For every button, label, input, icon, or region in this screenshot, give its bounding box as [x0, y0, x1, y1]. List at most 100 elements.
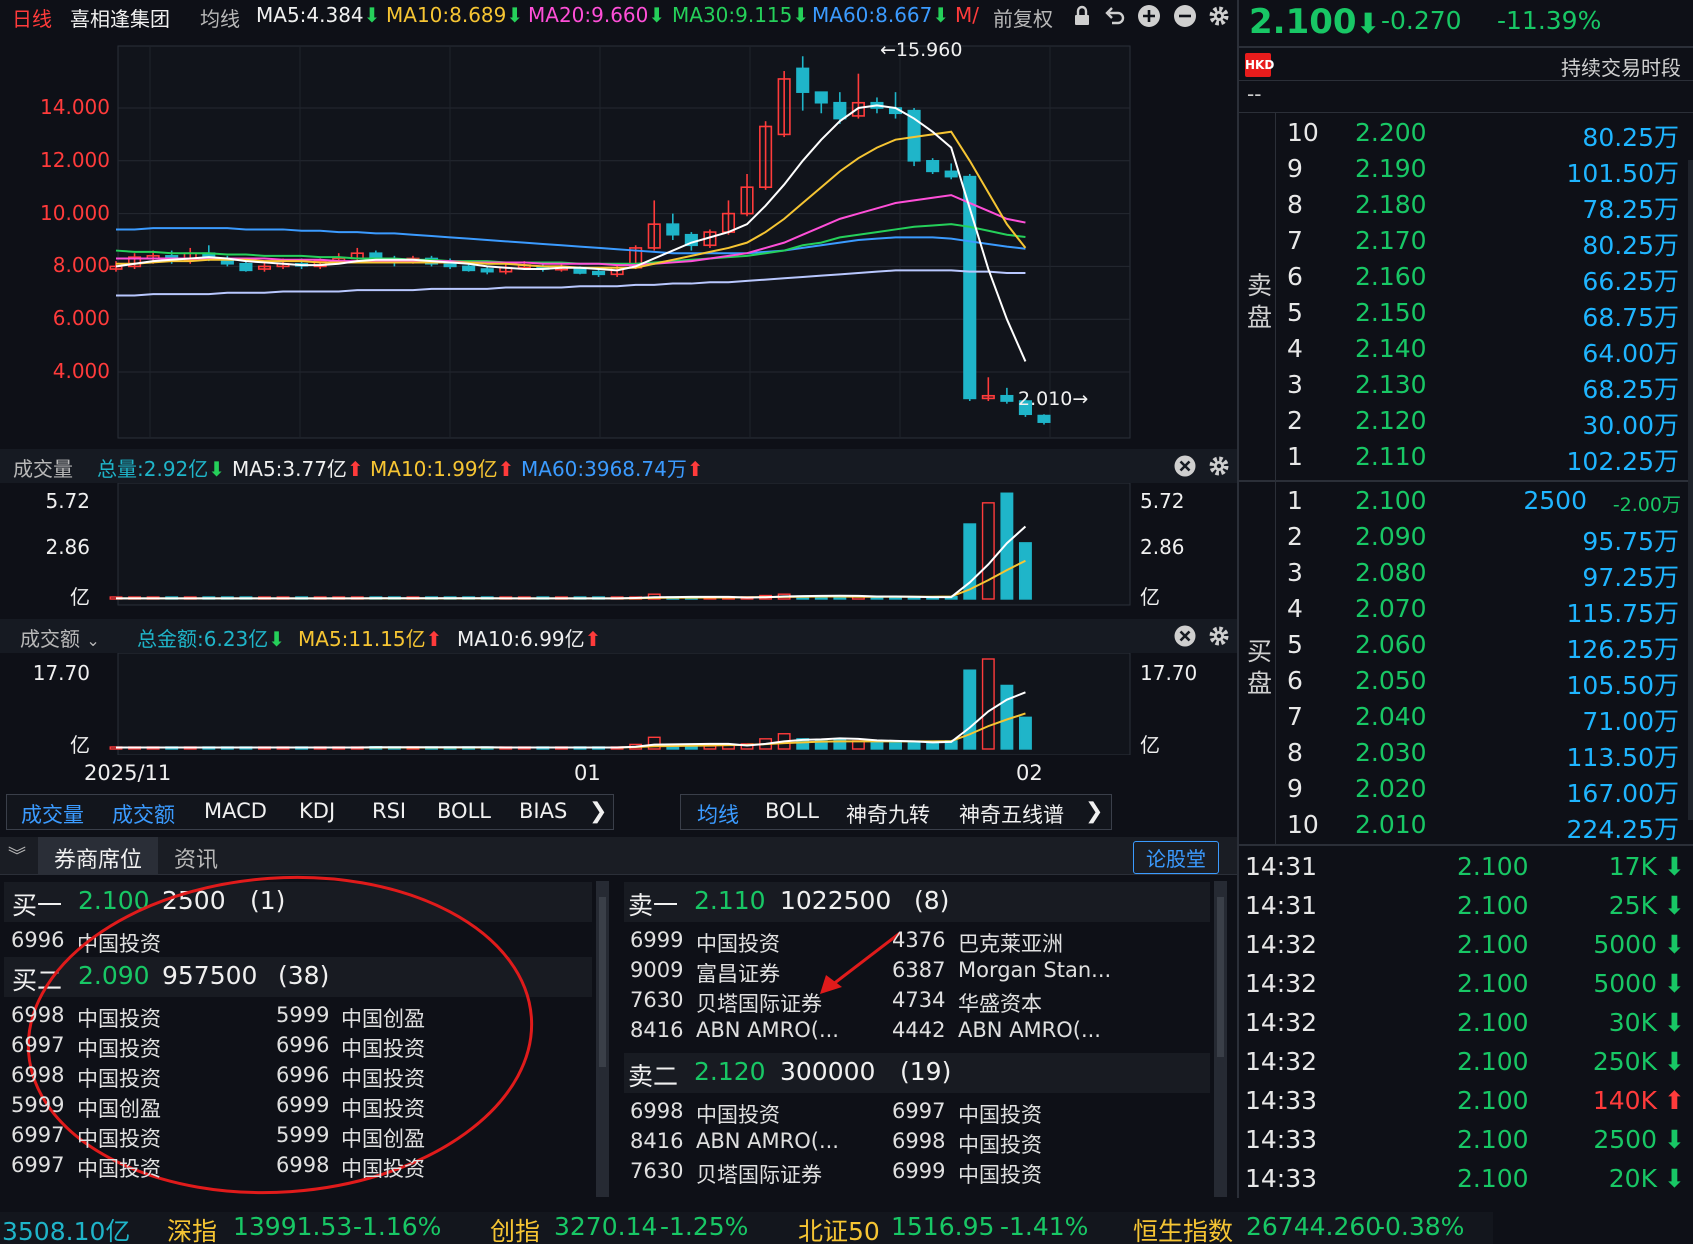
broker-row[interactable]: 6998 中国投资 6996 中国投资 — [11, 1063, 591, 1091]
bid-row[interactable]: 6 2.050 105.50万 — [1279, 666, 1679, 700]
broker-row[interactable]: 8416 ABN AMRO(... 4442 ABN AMRO(... — [630, 1018, 1210, 1046]
ask-price: 2.190 — [1355, 154, 1427, 183]
index-name[interactable]: 恒生指数 — [1133, 1212, 1233, 1244]
volume-bar — [833, 738, 847, 750]
broker-row[interactable]: 7630 贝塔国际证券 6999 中国投资 — [630, 1159, 1210, 1187]
down-arrow-icon: ⬇ — [1356, 7, 1381, 40]
chevron-right-icon[interactable]: ❯ — [1085, 799, 1103, 824]
broker-row[interactable]: 6999 中国投资 4376 巴克莱亚洲 — [630, 928, 1210, 956]
broker-row[interactable]: 6997 中国投资 5999 中国创盈 — [11, 1123, 591, 1151]
broker-row[interactable]: 6998 中国投资 6997 中国投资 — [630, 1099, 1210, 1127]
chevron-right-icon[interactable]: ❯ — [589, 799, 607, 824]
bid-price: 2.050 — [1355, 666, 1427, 695]
broker-code: 6999 — [276, 1093, 330, 1117]
ask-level: 3 — [1287, 370, 1303, 399]
ma-more: M/ — [955, 3, 979, 27]
tick-row[interactable]: 14:33 2.100 140K ⬆ — [1245, 1086, 1685, 1122]
index-name[interactable]: 北证50 — [798, 1212, 880, 1244]
tab-rsi[interactable]: RSI — [372, 799, 406, 823]
buy-scrollbar-thumb[interactable] — [599, 897, 606, 1067]
tick-row[interactable]: 14:31 2.100 25K ⬇ — [1245, 891, 1685, 927]
broker-row[interactable]: 6998 中国投资 5999 中国创盈 — [11, 1003, 591, 1031]
tab-amount[interactable]: 成交额 — [112, 799, 175, 829]
ask-row[interactable]: 7 2.170 80.25万 — [1279, 226, 1679, 260]
tick-time: 14:31 — [1245, 891, 1318, 920]
sell-scrollbar-thumb[interactable] — [1217, 897, 1224, 1057]
adjust-selector[interactable]: 前复权 — [993, 3, 1053, 32]
broker-row[interactable]: 9009 富昌证券 6387 Morgan Stan... — [630, 958, 1210, 986]
broker-code: 6997 — [11, 1033, 65, 1057]
tick-row[interactable]: 14:32 2.100 5000 ⬇ — [1245, 969, 1685, 1005]
broker-row[interactable]: 6997 中国投资 6998 中国投资 — [11, 1153, 591, 1181]
bid-row[interactable]: 10 2.010 224.25万 — [1279, 810, 1679, 844]
tab-kdj[interactable]: KDJ — [299, 799, 335, 823]
orderbook-scrollbar[interactable] — [1688, 160, 1693, 820]
broker-row[interactable]: 8416 ABN AMRO(... 6998 中国投资 — [630, 1129, 1210, 1157]
broker-row[interactable]: 6997 中国投资 6996 中国投资 — [11, 1033, 591, 1061]
candlestick-chart[interactable] — [0, 34, 1237, 449]
settings-gear-icon[interactable] — [1207, 624, 1231, 648]
amount-chart-panel[interactable]: 17.70 亿 17.70 亿 — [0, 653, 1237, 757]
broker-name: 中国投资 — [958, 1163, 1042, 1187]
tick-time: 14:33 — [1245, 1125, 1318, 1154]
tick-row[interactable]: 14:33 2.100 2500 ⬇ — [1245, 1125, 1685, 1161]
bid-row[interactable]: 4 2.070 115.75万 — [1279, 594, 1679, 628]
tab-bias[interactable]: BIAS — [519, 799, 567, 823]
broker-row[interactable]: 5999 中国创盈 6999 中国投资 — [11, 1093, 591, 1121]
candlestick-chart-panel[interactable]: 14.00012.00010.0008.0006.0004.000 14.000… — [0, 34, 1392, 449]
tick-row[interactable]: 14:32 2.100 30K ⬇ — [1245, 1008, 1685, 1044]
settings-gear-icon[interactable] — [1207, 4, 1231, 28]
index-name[interactable]: 深指 — [167, 1212, 217, 1244]
broker-row[interactable]: 6996 中国投资 — [11, 928, 161, 956]
tab-ma[interactable]: 均线 — [697, 799, 739, 829]
bid-row[interactable]: 8 2.030 113.50万 — [1279, 738, 1679, 772]
ask-row[interactable]: 5 2.150 68.75万 — [1279, 298, 1679, 332]
collapse-chevron-icon[interactable]: ︾ — [8, 842, 26, 868]
forum-button[interactable]: 论股堂 — [1133, 841, 1219, 874]
bid-row[interactable]: 1 2.100 2500 -2.00万 — [1279, 486, 1681, 520]
undo-icon[interactable] — [1103, 4, 1127, 28]
tick-row[interactable]: 14:31 2.100 17K ⬇ — [1245, 852, 1685, 888]
tick-row[interactable]: 14:33 2.100 20K ⬇ — [1245, 1164, 1685, 1200]
lock-icon[interactable] — [1070, 4, 1094, 28]
tab-news[interactable]: 资讯 — [174, 842, 218, 874]
ask-row[interactable]: 9 2.190 101.50万 — [1279, 154, 1679, 188]
tab-magic-nine[interactable]: 神奇九转 — [846, 799, 930, 829]
bid-row[interactable]: 3 2.080 97.25万 — [1279, 558, 1679, 592]
ask-row[interactable]: 2 2.120 30.00万 — [1279, 406, 1679, 440]
bid-row[interactable]: 2 2.090 95.75万 — [1279, 522, 1679, 556]
volume-chart-panel[interactable]: 5.72 2.86 亿 5.72 2.86 亿 — [0, 483, 1237, 609]
amount-title[interactable]: 成交额 ⌄ — [20, 623, 100, 652]
ask-row[interactable]: 10 2.200 80.25万 — [1279, 118, 1679, 152]
tab-boll-overlay[interactable]: BOLL — [765, 799, 819, 823]
tab-boll[interactable]: BOLL — [437, 799, 491, 823]
zoom-out-icon[interactable] — [1173, 4, 1197, 28]
tab-volume[interactable]: 成交量 — [21, 799, 84, 829]
close-panel-icon[interactable] — [1173, 624, 1197, 648]
settings-gear-icon[interactable] — [1207, 454, 1231, 478]
ask-level: 10 — [1287, 118, 1319, 147]
bid-row[interactable]: 9 2.020 167.00万 — [1279, 774, 1679, 808]
tab-macd[interactable]: MACD — [204, 799, 267, 823]
ask-row[interactable]: 4 2.140 64.00万 — [1279, 334, 1679, 368]
tab-magic-five[interactable]: 神奇五线谱 — [959, 799, 1064, 829]
broker-code: 7630 — [630, 1159, 684, 1183]
bid-row[interactable]: 7 2.040 71.00万 — [1279, 702, 1679, 736]
broker-row[interactable]: 7630 贝塔国际证券 4734 华盛资本 — [630, 988, 1210, 1016]
period-selector[interactable]: 日线 — [12, 3, 52, 32]
tick-row[interactable]: 14:32 2.100 5000 ⬇ — [1245, 930, 1685, 966]
ask-row[interactable]: 3 2.130 68.25万 — [1279, 370, 1679, 404]
volume-chart[interactable] — [0, 483, 1237, 607]
ask-row[interactable]: 1 2.110 102.25万 — [1279, 442, 1679, 476]
ask-row[interactable]: 6 2.160 66.25万 — [1279, 262, 1679, 296]
zoom-in-icon[interactable] — [1137, 4, 1161, 28]
bid-row[interactable]: 5 2.060 126.25万 — [1279, 630, 1679, 664]
tick-row[interactable]: 14:32 2.100 250K ⬇ — [1245, 1047, 1685, 1083]
index-name[interactable]: 创指 — [490, 1212, 540, 1244]
ask-volume: 66.25万 — [1582, 267, 1679, 296]
amount-chart[interactable] — [0, 653, 1237, 755]
ask-row[interactable]: 8 2.180 78.25万 — [1279, 190, 1679, 224]
tab-brokers[interactable]: 券商席位 — [38, 837, 159, 875]
ma-selector[interactable]: 均线 — [200, 3, 240, 32]
close-panel-icon[interactable] — [1173, 454, 1197, 478]
